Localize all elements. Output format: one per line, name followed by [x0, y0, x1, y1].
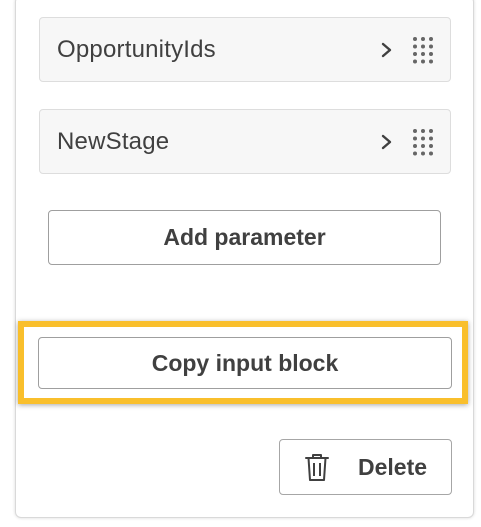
- parameter-name: NewStage: [57, 128, 170, 155]
- delete-label: Delete: [358, 454, 428, 480]
- parameter-row-newstage[interactable]: NewStage: [39, 109, 451, 174]
- delete-button[interactable]: Delete: [279, 439, 452, 495]
- copy-input-block-button[interactable]: Copy input block: [38, 337, 452, 389]
- parameter-row-opportunityids[interactable]: OpportunityIds: [39, 17, 451, 82]
- chevron-right-icon[interactable]: [380, 131, 394, 153]
- trash-icon: [305, 454, 329, 481]
- chevron-right-icon[interactable]: [380, 39, 394, 61]
- drag-handle-icon[interactable]: [411, 36, 435, 64]
- parameter-name: OpportunityIds: [57, 36, 216, 63]
- add-parameter-button[interactable]: Add parameter: [48, 210, 441, 265]
- drag-handle-icon[interactable]: [411, 128, 435, 156]
